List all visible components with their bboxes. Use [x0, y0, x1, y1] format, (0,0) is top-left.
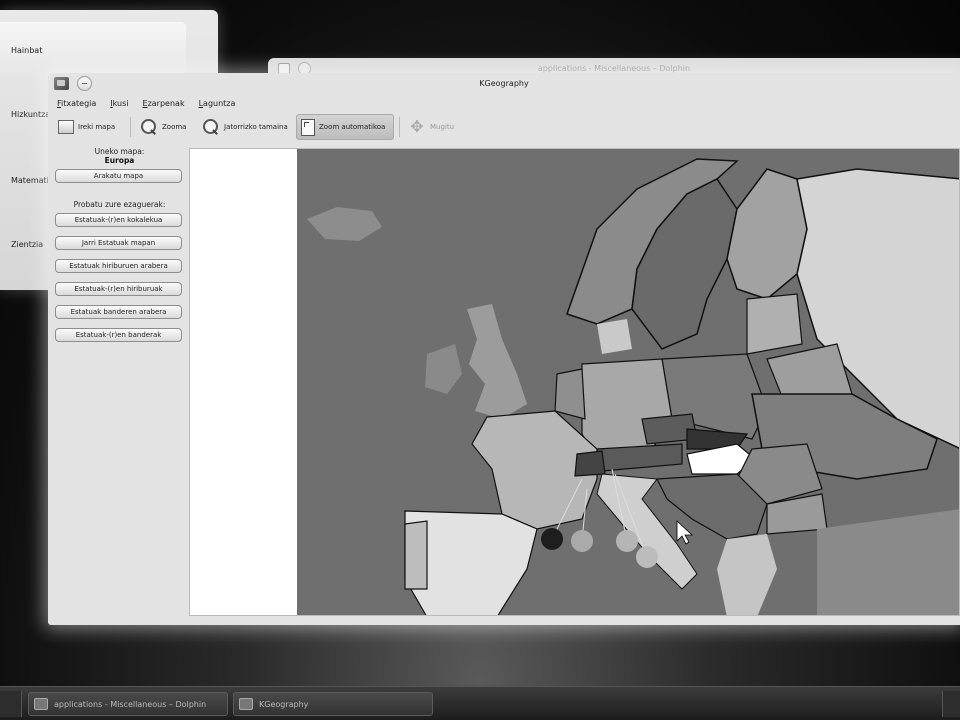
current-map-value: Europa	[104, 156, 135, 165]
menu-view[interactable]: Ikusi	[110, 99, 128, 111]
europe-map[interactable]	[297, 149, 960, 616]
zoom-original-icon	[202, 118, 220, 136]
move-arrows-icon: ✥	[410, 117, 424, 136]
menu-category-miscellaneous[interactable]: Hainbat	[11, 46, 42, 55]
country-portugal[interactable]	[404, 520, 428, 590]
window-titlebar[interactable]: KGeography	[48, 73, 960, 95]
move-button[interactable]: ✥ Mugitu	[404, 114, 458, 140]
test-by-flag-button[interactable]: Estatuak banderen arabera	[55, 305, 182, 319]
menu-file[interactable]: Fitxategia	[57, 99, 96, 111]
toolbar-separator	[399, 117, 400, 137]
kgeography-icon	[239, 698, 253, 710]
dolphin-window-title: applications - Miscellaneous – Dolphin	[537, 64, 691, 73]
menu-help[interactable]: Laguntza	[199, 99, 236, 111]
auto-zoom-icon	[301, 118, 315, 136]
test-place-on-map-button[interactable]: Jarri Estatuak mapan	[55, 236, 182, 250]
window-title: KGeography	[479, 79, 529, 88]
menubar: Fitxategia Ikusi Ezarpenak Laguntza	[57, 99, 235, 111]
test-flags-button[interactable]: Estatuak-(r)en banderak	[55, 328, 182, 342]
taskbar-item-label: KGeography	[259, 699, 309, 709]
test-knowledge-label: Probatu zure ezaguerak:	[73, 200, 166, 209]
test-capitals-button[interactable]: Estatuak-(r)en hiriburuak	[55, 282, 182, 296]
taskbar-item-dolphin[interactable]: applications - Miscellaneous – Dolphin	[28, 692, 228, 716]
browse-map-button[interactable]: Arakatu mapa	[55, 169, 182, 183]
country-baltics[interactable]	[746, 293, 803, 355]
move-label: Mugitu	[430, 123, 455, 131]
menu-settings[interactable]: Ezarpenak	[143, 99, 185, 111]
microstate-marker[interactable]	[616, 530, 638, 552]
auto-zoom-label: Zoom automatikoa	[319, 123, 386, 131]
microstate-marker[interactable]	[571, 530, 593, 552]
map-view[interactable]	[189, 148, 960, 616]
side-panel: Uneko mapa: Europa Arakatu mapa Probatu …	[53, 147, 186, 342]
open-map-label: Ireki mapa	[78, 123, 116, 131]
toolbar: Ireki mapa Zooma Jatorrizko tamaina Zoom…	[52, 113, 960, 141]
menu-category-science[interactable]: Zientzia	[11, 240, 43, 249]
current-map-label: Uneko mapa:	[94, 147, 145, 156]
zoom-button[interactable]: Zooma	[136, 114, 190, 140]
map-icon	[58, 120, 74, 134]
original-size-label: Jatorrizko tamaina	[224, 123, 288, 131]
toolbar-separator	[130, 117, 131, 137]
test-by-capital-button[interactable]: Estatuak hiriburuen arabera	[55, 259, 182, 273]
zoom-icon	[140, 118, 158, 136]
kgeography-window: KGeography Fitxategia Ikusi Ezarpenak La…	[48, 73, 960, 625]
taskbar-item-kgeography[interactable]: KGeography	[233, 692, 433, 716]
taskbar-item-label: applications - Miscellaneous – Dolphin	[54, 699, 207, 709]
zoom-label: Zooma	[162, 123, 187, 131]
auto-zoom-button[interactable]: Zoom automatikoa	[296, 114, 394, 140]
test-location-button[interactable]: Estatuak-(r)en kokalekua	[55, 213, 182, 227]
original-size-button[interactable]: Jatorrizko tamaina	[198, 114, 292, 140]
folder-icon	[34, 698, 48, 710]
country-switzerland[interactable]	[574, 450, 606, 477]
taskbar: applications - Miscellaneous – Dolphin K…	[0, 686, 960, 720]
microstate-marker[interactable]	[636, 546, 658, 568]
open-map-button[interactable]: Ireki mapa	[54, 114, 119, 140]
launcher-button[interactable]	[0, 691, 22, 717]
country-denmark[interactable]	[597, 319, 632, 354]
system-tray[interactable]	[942, 691, 960, 717]
microstate-marker[interactable]	[541, 528, 563, 550]
country-benelux[interactable]	[554, 368, 586, 420]
menu-category-language[interactable]: Hizkuntza	[11, 110, 50, 119]
